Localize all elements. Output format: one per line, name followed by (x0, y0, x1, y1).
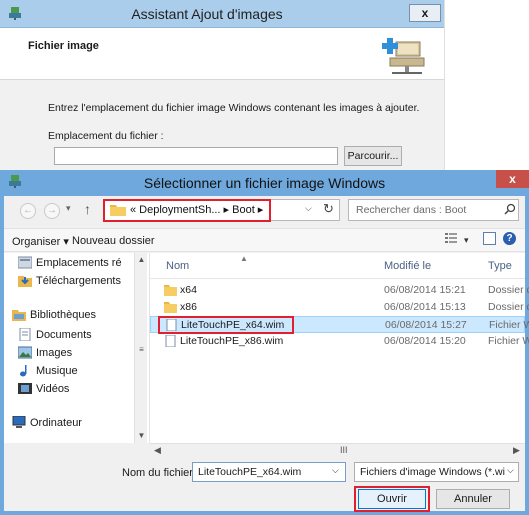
file-type: Fichier W (488, 335, 529, 347)
dialog-close-button[interactable]: x (496, 170, 529, 188)
nav-item-label: Vidéos (36, 383, 70, 395)
nav-item-label: Téléchargements (36, 275, 121, 287)
sort-ascending-icon: ▲ (240, 254, 248, 263)
music-icon (18, 364, 32, 377)
file-icon (164, 335, 177, 347)
cancel-button[interactable]: Annuler (436, 489, 510, 509)
nav-item-label: Musique (36, 365, 78, 377)
scroll-grip-icon[interactable]: III (340, 445, 348, 455)
up-arrow-icon[interactable]: ↑ (84, 201, 91, 217)
file-row[interactable]: LiteTouchPE_x86.wim 06/08/2014 15:20 Fic… (150, 333, 529, 350)
scroll-up-icon[interactable]: ▲ (135, 255, 148, 264)
file-modified: 06/08/2014 15:21 (384, 284, 466, 296)
navigation-pane: Emplacements ré Téléchargements Biblioth… (4, 253, 150, 443)
computer-icon (12, 416, 26, 429)
scroll-left-icon[interactable]: ◀ (154, 445, 161, 456)
nav-item-label: Emplacements ré (36, 257, 122, 269)
file-modified: 06/08/2014 15:20 (384, 335, 466, 347)
images-icon (18, 346, 32, 359)
chevron-down-icon[interactable]: ▾ (464, 235, 469, 246)
preview-pane-icon[interactable] (483, 232, 496, 245)
filename-label: Nom du fichier : (122, 467, 200, 479)
file-name: x64 (180, 284, 197, 296)
search-icon[interactable] (504, 203, 516, 215)
libraries-icon (12, 308, 26, 321)
dialog-title-bar[interactable]: Sélectionner un fichier image Windows (0, 170, 529, 196)
nav-item-label: Documents (36, 329, 92, 341)
forward-arrow-icon[interactable]: → (44, 203, 60, 219)
help-icon[interactable]: ? (503, 232, 516, 245)
chevron-down-icon[interactable]: ⌵ (507, 465, 514, 476)
background-area (444, 0, 529, 170)
file-modified: 06/08/2014 15:13 (384, 301, 466, 313)
browse-button[interactable]: Parcourir... (344, 146, 402, 166)
search-placeholder: Rechercher dans : Boot (356, 204, 467, 216)
view-options-icon[interactable] (445, 233, 457, 244)
organize-menu[interactable]: Organiser ▾ (12, 235, 69, 248)
location-label: Emplacement du fichier : (48, 130, 164, 142)
dialog-title: Sélectionner un fichier image Windows (143, 175, 386, 191)
folder-icon (164, 301, 177, 313)
navigation-scrollbar[interactable]: ▲ ≡ ▼ (134, 253, 147, 443)
column-modified[interactable]: Modifié le (384, 260, 431, 272)
wizard-header (0, 28, 444, 80)
downloads-icon (18, 274, 32, 287)
file-name: x86 (180, 301, 197, 313)
file-name: LiteTouchPE_x86.wim (180, 335, 284, 347)
column-header (150, 253, 525, 279)
chevron-down-icon[interactable]: ⌵ (332, 465, 339, 476)
file-row[interactable]: x64 06/08/2014 15:21 Dossier d (150, 282, 529, 299)
chevron-down-icon[interactable]: ⌵ (305, 203, 312, 214)
recent-places-icon (18, 256, 32, 269)
file-modified: 06/08/2014 15:27 (385, 319, 467, 331)
file-row[interactable]: x86 06/08/2014 15:13 Dossier d (150, 299, 529, 316)
nav-item-label: Images (36, 347, 73, 359)
scroll-grip-icon[interactable]: ≡ (135, 345, 148, 354)
back-arrow-icon[interactable]: ← (20, 203, 36, 219)
network-add-icon (382, 32, 430, 78)
location-input[interactable] (54, 147, 338, 165)
videos-icon (18, 382, 32, 395)
scroll-down-icon[interactable]: ▼ (135, 431, 148, 440)
file-type: Dossier d (488, 301, 529, 313)
column-type[interactable]: Type (488, 260, 512, 272)
refresh-icon[interactable]: ↻ (323, 201, 334, 217)
file-highlight (158, 316, 294, 334)
wizard-close-button[interactable]: x (409, 4, 441, 22)
wizard-instruction: Entrez l'emplacement du fichier image Wi… (48, 102, 420, 114)
filename-value[interactable]: LiteTouchPE_x64.wim (198, 466, 301, 478)
nav-item-label: Bibliothèques (30, 309, 97, 321)
horizontal-scrollbar[interactable]: ◀ III ▶ (150, 443, 525, 458)
wizard-title: Assistant Ajout d'images (131, 6, 283, 22)
address-highlight (103, 199, 271, 222)
new-folder-button[interactable]: Nouveau dossier (72, 235, 155, 247)
wizard-title-bar[interactable]: Assistant Ajout d'images (0, 0, 444, 28)
history-dropdown-icon[interactable]: ▾ (66, 203, 71, 214)
wizard-heading: Fichier image (28, 40, 99, 52)
nav-item-label: Ordinateur (30, 417, 82, 429)
column-name[interactable]: Nom (166, 260, 189, 272)
scroll-right-icon[interactable]: ▶ (513, 445, 520, 456)
open-highlight (354, 486, 430, 512)
file-type: Dossier d (488, 284, 529, 296)
documents-icon (18, 328, 32, 341)
folder-icon (164, 284, 177, 296)
filetype-value[interactable]: Fichiers d'image Windows (*.wi (360, 466, 505, 478)
app-icon (8, 174, 22, 188)
app-icon (8, 6, 22, 20)
file-type: Fichier W (489, 319, 529, 331)
